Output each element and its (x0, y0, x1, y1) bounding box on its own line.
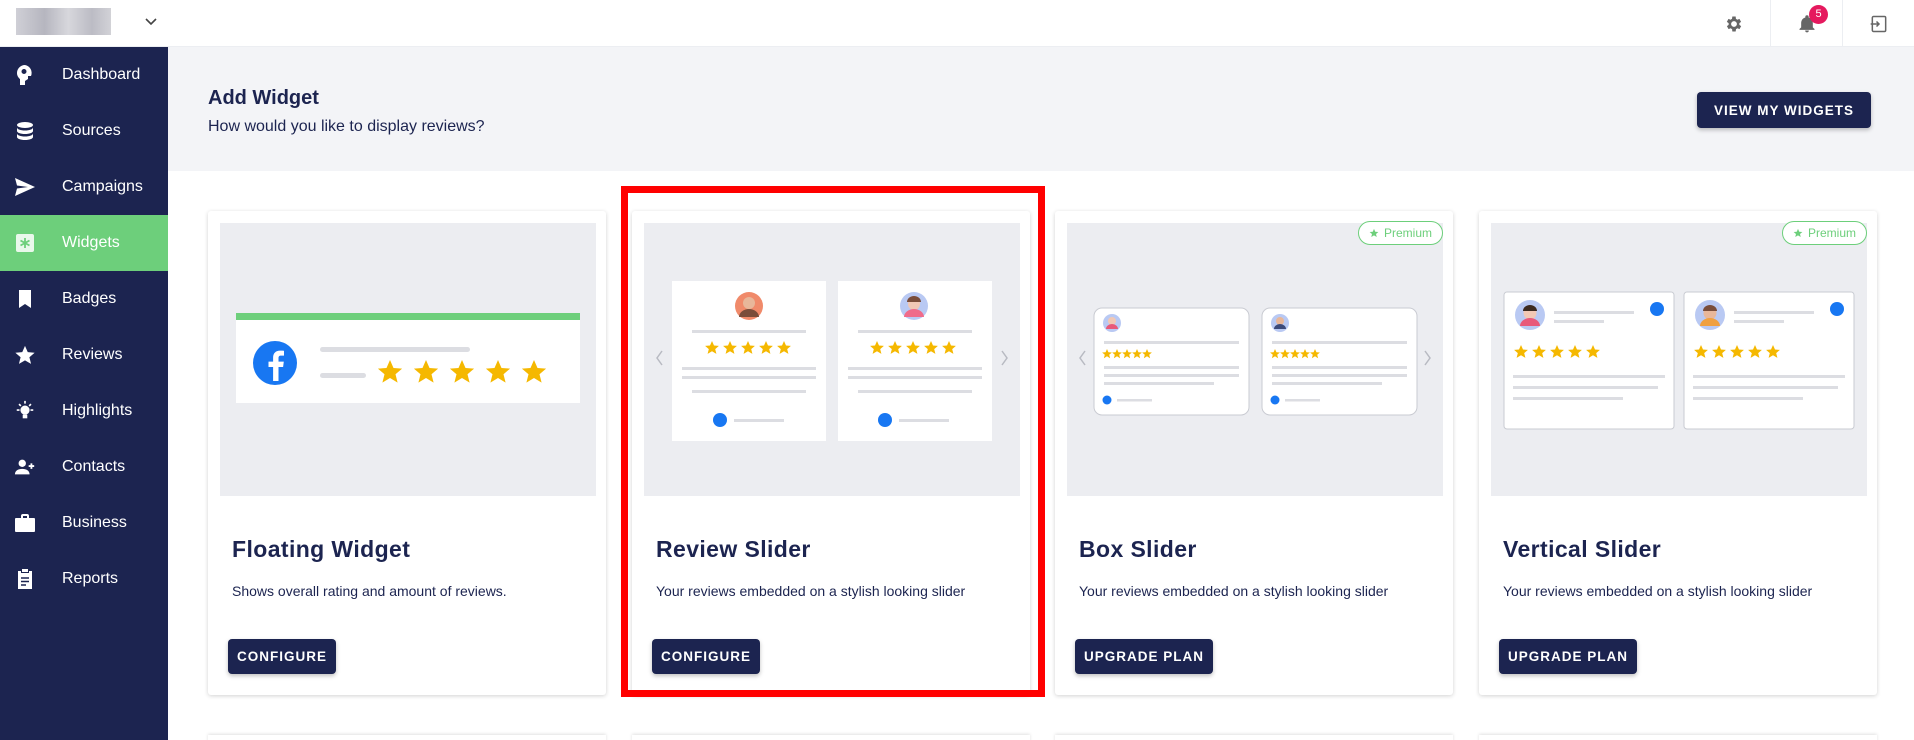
sidebar-item-label: Sources (62, 122, 121, 139)
bookmark-icon (14, 288, 36, 310)
page-subtitle: How would you like to display reviews? (208, 118, 485, 135)
premium-label: Premium (1807, 226, 1856, 240)
floating-widget-preview (220, 223, 596, 496)
sidebar-item-label: Badges (62, 290, 117, 307)
card-description: Your reviews embedded on a stylish looki… (1503, 583, 1813, 599)
sidebar-item-label: Reviews (62, 346, 123, 363)
chevron-down-icon[interactable] (143, 13, 159, 29)
widget-card-box-slider: Premium Box Slider Your reviews embedded… (1055, 211, 1453, 695)
sidebar-item-label: Campaigns (62, 178, 143, 195)
settings-button[interactable] (1698, 0, 1770, 47)
widget-card-review-slider: Review Slider Your reviews embedded on a… (632, 211, 1030, 695)
sidebar-item-widgets[interactable]: Widgets (0, 215, 168, 271)
card-title: Vertical Slider (1503, 536, 1662, 562)
review-slider-preview (644, 223, 1020, 496)
sidebar-item-label: Reports (62, 570, 119, 587)
upgrade-plan-button[interactable]: UPGRADE PLAN (1499, 639, 1638, 674)
card-title: Review Slider (656, 536, 811, 562)
card-description: Your reviews embedded on a stylish looki… (656, 583, 966, 599)
card-title: Box Slider (1079, 536, 1197, 562)
sidebar-item-contacts[interactable]: Contacts (0, 439, 168, 495)
premium-badge: Premium (1357, 221, 1443, 245)
view-my-widgets-button[interactable]: VIEW MY WIDGETS (1697, 92, 1871, 128)
sidebar-item-badges[interactable]: Badges (0, 271, 168, 327)
contacts-icon (14, 456, 36, 478)
card-description: Your reviews embedded on a stylish looki… (1079, 583, 1389, 599)
sidebar-item-label: Widgets (62, 234, 120, 251)
sidebar: Dashboard Sources Campaigns Widgets Badg… (0, 47, 168, 740)
sidebar-item-sources[interactable]: Sources (0, 103, 168, 159)
briefcase-icon (14, 512, 36, 534)
sidebar-item-highlights[interactable]: Highlights (0, 383, 168, 439)
upgrade-plan-button[interactable]: UPGRADE PLAN (1075, 639, 1214, 674)
top-bar: 5 (0, 0, 1914, 47)
star-icon (1369, 228, 1379, 238)
clipboard-icon (14, 568, 36, 590)
sidebar-item-reviews[interactable]: Reviews (0, 327, 168, 383)
dashboard-icon (14, 64, 36, 86)
logout-button[interactable] (1842, 0, 1914, 47)
star-icon (1793, 228, 1803, 238)
widget-card-partial (632, 735, 1030, 740)
widget-card-vertical-slider: Premium Vertical Slider Your reviews emb… (1479, 211, 1877, 695)
notification-count-badge: 5 (1809, 5, 1828, 24)
sidebar-item-label: Business (62, 514, 127, 531)
box-slider-preview (1067, 223, 1443, 496)
configure-button[interactable]: CONFIGURE (652, 639, 760, 674)
star-icon (14, 344, 36, 366)
premium-label: Premium (1383, 226, 1432, 240)
send-icon (14, 176, 36, 198)
widget-card-partial (1479, 735, 1877, 740)
card-title: Floating Widget (232, 536, 411, 562)
card-description: Shows overall rating and amount of revie… (232, 583, 507, 599)
sidebar-item-label: Contacts (62, 458, 126, 475)
notifications-button[interactable]: 5 (1770, 0, 1842, 47)
sidebar-item-campaigns[interactable]: Campaigns (0, 159, 168, 215)
sidebar-item-reports[interactable]: Reports (0, 551, 168, 607)
widget-card-floating: Floating Widget Shows overall rating and… (208, 211, 606, 695)
sidebar-item-label: Dashboard (62, 66, 141, 83)
page-title: Add Widget (208, 87, 319, 109)
organization-logo[interactable] (16, 8, 111, 35)
logout-icon (1869, 14, 1889, 34)
page-header: Add Widget How would you like to display… (168, 47, 1914, 171)
sidebar-item-label: Highlights (62, 402, 133, 419)
widget-icon (14, 232, 36, 254)
widget-card-partial (1055, 735, 1453, 740)
database-icon (14, 120, 36, 142)
lightbulb-icon (14, 400, 36, 422)
vertical-slider-preview (1491, 223, 1867, 496)
widget-card-partial (208, 735, 606, 740)
gear-icon (1724, 14, 1744, 34)
premium-badge: Premium (1781, 221, 1867, 245)
sidebar-item-business[interactable]: Business (0, 495, 168, 551)
configure-button[interactable]: CONFIGURE (228, 639, 336, 674)
sidebar-item-dashboard[interactable]: Dashboard (0, 47, 168, 103)
